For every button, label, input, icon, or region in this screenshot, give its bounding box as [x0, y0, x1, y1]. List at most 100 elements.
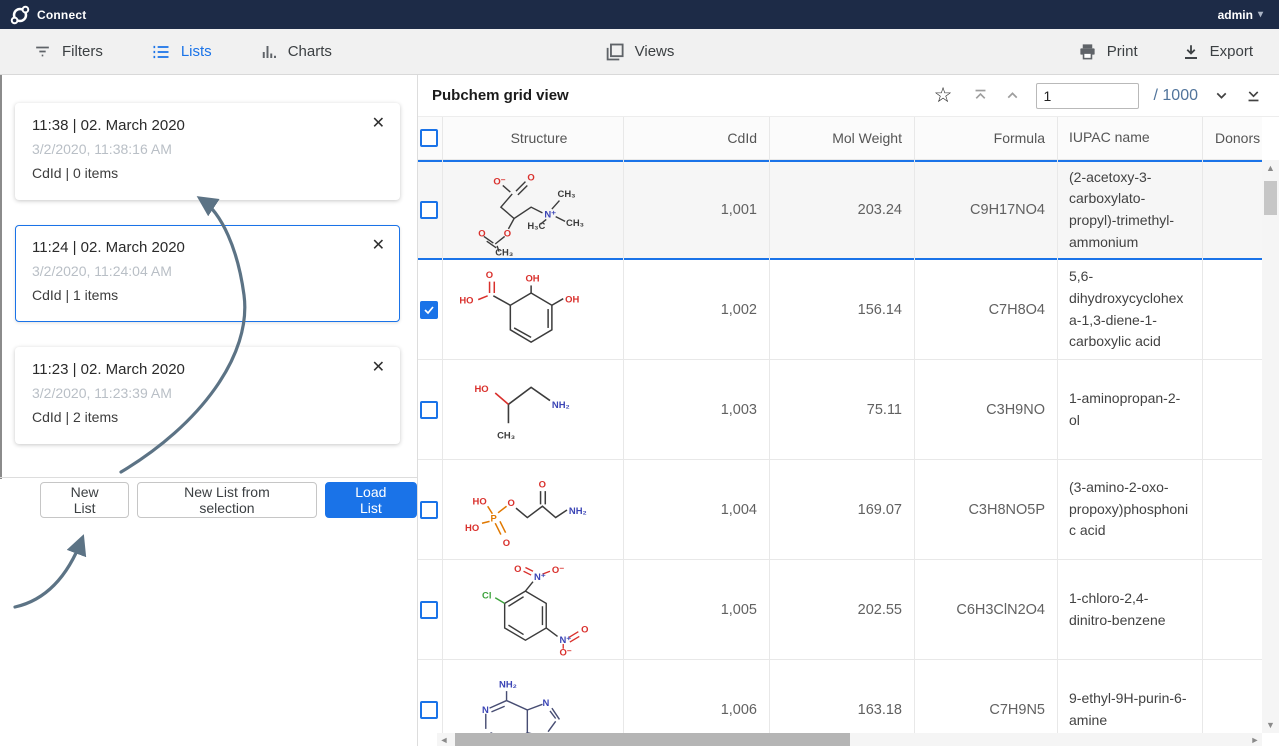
favorite-star-icon[interactable]: ☆: [934, 83, 953, 108]
cdid-value: 1,001: [721, 202, 757, 218]
scroll-left-arrow[interactable]: ◄: [437, 733, 451, 746]
scroll-down-arrow[interactable]: ▼: [1262, 717, 1279, 733]
scroll-up-arrow[interactable]: ▲: [1262, 160, 1279, 176]
scroll-right-arrow[interactable]: ►: [1248, 733, 1262, 746]
lists-label: Lists: [181, 43, 212, 60]
page-number-input[interactable]: [1036, 83, 1139, 109]
new-list-button[interactable]: New List: [40, 482, 129, 518]
table-row[interactable]: Cl N⁺ O O⁻ N⁺ O O⁻ 1,005 202.55 C6H3ClN2…: [418, 560, 1262, 660]
connect-logo-icon: [10, 5, 30, 25]
list-card[interactable]: 11:23 | 02. March 2020 3/2/2020, 11:23:3…: [15, 347, 400, 444]
list-card-timestamp: 3/2/2020, 11:23:39 AM: [32, 385, 383, 401]
svg-text:O: O: [581, 624, 588, 635]
new-list-from-selection-button[interactable]: New List from selection: [137, 482, 316, 518]
column-header-iupac[interactable]: IUPAC name: [1058, 117, 1203, 159]
charts-label: Charts: [288, 43, 332, 60]
svg-text:O⁻: O⁻: [493, 177, 505, 188]
charts-button[interactable]: Charts: [260, 42, 332, 62]
close-icon[interactable]: ✕: [372, 238, 385, 254]
close-icon[interactable]: ✕: [372, 116, 385, 132]
first-page-button[interactable]: [972, 87, 989, 104]
last-page-button[interactable]: [1245, 87, 1262, 104]
column-header-structure[interactable]: Structure: [443, 117, 624, 159]
donors-cell: [1203, 160, 1262, 260]
table-row[interactable]: O HO OH OH 1,002 156.14 C7H8O4 5,6-dihyd…: [418, 260, 1262, 360]
list-card-title: 11:38 | 02. March 2020: [32, 117, 383, 134]
horizontal-scrollbar[interactable]: ◄ ►: [437, 733, 1262, 746]
app-brand: Connect: [10, 5, 86, 25]
structure-cell: O HO OH OH: [443, 260, 624, 359]
sidebar-edge-scrollbar[interactable]: [0, 75, 2, 479]
load-list-button[interactable]: Load List: [325, 482, 417, 518]
close-icon[interactable]: ✕: [372, 360, 385, 376]
list-card-title: 11:23 | 02. March 2020: [32, 361, 383, 378]
formula-value: C7H9N5: [989, 702, 1045, 718]
download-icon: [1182, 43, 1200, 61]
printer-icon: [1078, 42, 1097, 61]
row-checkbox[interactable]: [420, 401, 438, 419]
row-checkbox[interactable]: [420, 601, 438, 619]
svg-text:NH₂: NH₂: [569, 505, 587, 516]
table-row[interactable]: HO HO P O O O NH₂ 1,004 169.07 C3H8NO5P …: [418, 460, 1262, 560]
iupac-value: (2-acetoxy-3-carboxylato-propyl)-trimeth…: [1069, 167, 1191, 254]
cdid-value: 1,006: [721, 702, 757, 718]
views-button[interactable]: Views: [605, 42, 675, 62]
formula-value: C9H17NO4: [970, 202, 1045, 218]
page-total: / 1000: [1154, 87, 1199, 105]
svg-text:O: O: [514, 564, 521, 575]
filters-label: Filters: [62, 43, 103, 60]
row-checkbox[interactable]: [420, 501, 438, 519]
grid-panel: Pubchem grid view ☆ / 1000 Structure CdI…: [418, 75, 1279, 746]
svg-text:O: O: [527, 173, 534, 184]
iupac-value: 1-aminopropan-2-ol: [1069, 388, 1191, 431]
row-checkbox[interactable]: [420, 201, 438, 219]
list-card-selected[interactable]: 11:24 | 02. March 2020 3/2/2020, 11:24:0…: [15, 225, 400, 322]
molecule-structure: Cl N⁺ O O⁻ N⁺ O O⁻: [448, 562, 618, 658]
svg-text:CH₃: CH₃: [495, 247, 513, 258]
svg-text:CH₃: CH₃: [497, 430, 515, 441]
views-label: Views: [635, 43, 675, 60]
next-page-button[interactable]: [1213, 87, 1230, 104]
vertical-scrollbar[interactable]: ▲ ▼: [1262, 160, 1279, 733]
mol-weight-value: 163.18: [858, 702, 902, 718]
user-menu[interactable]: admin ▾: [1218, 8, 1269, 22]
svg-text:O⁻: O⁻: [552, 565, 564, 576]
row-checkbox[interactable]: [420, 701, 438, 719]
svg-text:HO: HO: [473, 496, 487, 507]
structure-cell: HO CH₃ NH₂: [443, 360, 624, 459]
column-header-cdid[interactable]: CdId: [624, 117, 770, 159]
table-row[interactable]: O⁻ O N⁺ CH₃ CH₃ H₃C O O CH₃ 1,001 203.24…: [418, 160, 1262, 260]
column-header-formula[interactable]: Formula: [915, 117, 1058, 159]
svg-text:NH₂: NH₂: [552, 400, 570, 411]
select-all-checkbox[interactable]: [420, 129, 438, 147]
list-card-timestamp: 3/2/2020, 11:24:04 AM: [32, 263, 383, 279]
mol-weight-value: 156.14: [858, 302, 902, 318]
print-button[interactable]: Print: [1078, 42, 1138, 61]
svg-text:O⁻: O⁻: [559, 647, 571, 658]
cdid-value: 1,002: [721, 302, 757, 318]
list-card-summary: CdId | 1 items: [32, 287, 383, 303]
list-card-summary: CdId | 0 items: [32, 165, 383, 181]
list-card[interactable]: 11:38 | 02. March 2020 3/2/2020, 11:38:1…: [15, 103, 400, 200]
previous-page-button[interactable]: [1004, 87, 1021, 104]
horizontal-scroll-thumb[interactable]: [455, 733, 850, 746]
svg-text:N: N: [542, 698, 549, 709]
iupac-value: 1-chloro-2,4-dinitro-benzene: [1069, 588, 1191, 631]
donors-cell: [1203, 360, 1262, 459]
row-checkbox[interactable]: [420, 301, 438, 319]
export-button[interactable]: Export: [1182, 42, 1253, 61]
iupac-value: (3-amino-2-oxo-propoxy)phosphonic acid: [1069, 477, 1191, 542]
svg-text:CH₃: CH₃: [558, 189, 576, 200]
molecule-structure: O HO OH OH: [448, 262, 618, 358]
cdid-value: 1,003: [721, 402, 757, 418]
column-header-donors[interactable]: Donors: [1203, 117, 1262, 159]
donors-cell: [1203, 560, 1262, 659]
filters-button[interactable]: Filters: [33, 42, 103, 62]
lists-button[interactable]: Lists: [151, 42, 212, 62]
vertical-scroll-thumb[interactable]: [1264, 181, 1277, 215]
column-header-mol-weight[interactable]: Mol Weight: [770, 117, 915, 159]
export-label: Export: [1210, 43, 1253, 60]
table-row[interactable]: HO CH₃ NH₂ 1,003 75.11 C3H9NO 1-aminopro…: [418, 360, 1262, 460]
svg-text:O: O: [478, 228, 485, 239]
pager: ☆ / 1000: [934, 83, 1262, 109]
